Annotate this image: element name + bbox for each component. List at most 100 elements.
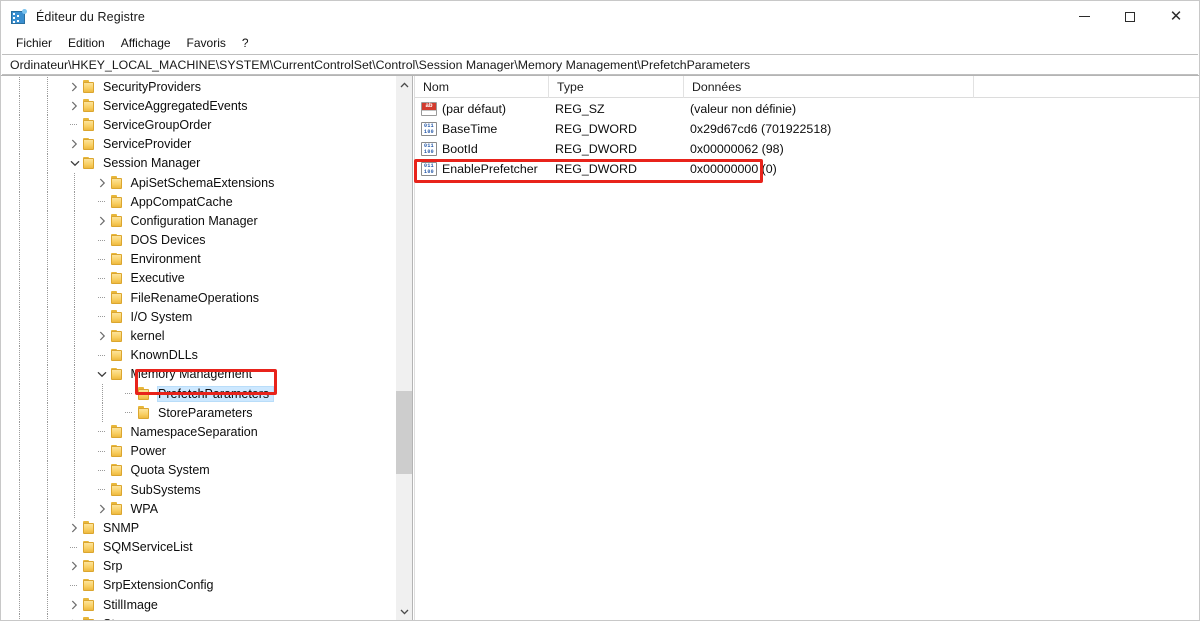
tree-item-i-o-system[interactable]: I/O System [1, 307, 395, 327]
chevron-right-icon[interactable] [66, 96, 83, 115]
address-bar[interactable]: Ordinateur\HKEY_LOCAL_MACHINE\SYSTEM\Cur… [2, 54, 1198, 75]
column-header-type[interactable]: Type [549, 76, 684, 98]
tree-item-snmp[interactable]: SNMP [1, 518, 395, 538]
tree-indent [1, 384, 121, 404]
tree-item-memory-management[interactable]: Memory Management [1, 364, 395, 384]
folder-icon [83, 598, 97, 611]
tree-item-quota-system[interactable]: Quota System [1, 460, 395, 480]
tree-item-srp[interactable]: Srp [1, 556, 395, 576]
chevron-right-icon[interactable] [94, 173, 111, 192]
tree-item-label: Memory Management [130, 367, 253, 382]
tree-guide-line [19, 77, 20, 97]
scroll-down-button[interactable] [396, 603, 412, 620]
value-row[interactable]: ab (par défaut) REG_SZ (valeur non définie) [415, 99, 1199, 119]
tree-guide-line [74, 192, 75, 212]
tree-guide-line [46, 307, 48, 327]
chevron-right-icon[interactable] [66, 135, 83, 154]
tree-item-label: Storage [103, 617, 151, 620]
column-header-data[interactable]: Données [684, 76, 974, 98]
chevron-right-icon[interactable] [94, 499, 111, 518]
tree-guide-line [19, 441, 20, 461]
chevron-right-icon[interactable] [66, 614, 83, 620]
tree-item-environment[interactable]: Environment [1, 249, 395, 269]
chevron-right-icon[interactable] [66, 77, 83, 96]
value-row[interactable]: 011 100 BootId REG_DWORD 0x00000062 (98) [415, 139, 1199, 159]
dword-value-icon: 011 100 [421, 162, 437, 176]
close-button[interactable]: ✕ [1153, 1, 1199, 33]
tree-item-appcompatcache[interactable]: AppCompatCache [1, 192, 395, 212]
tree-item-dos-devices[interactable]: DOS Devices [1, 230, 395, 250]
tree-leaf-connector [94, 422, 111, 441]
tree-item-sqmservicelist[interactable]: SQMServiceList [1, 537, 395, 557]
tree-item-configuration-manager[interactable]: Configuration Manager [1, 211, 395, 231]
tree-guide-line [46, 499, 48, 519]
menu-affichage[interactable]: Affichage [113, 35, 179, 52]
tree-guide-line [74, 249, 75, 269]
value-row[interactable]: 011 100 BaseTime REG_DWORD 0x29d67cd6 (70192… [415, 119, 1199, 139]
tree-item-label: Quota System [130, 463, 210, 478]
tree-indent [1, 460, 94, 480]
tree-guide-line [74, 403, 75, 423]
chevron-right-icon[interactable] [66, 557, 83, 576]
tree-item-srpextensionconfig[interactable]: SrpExtensionConfig [1, 575, 395, 595]
tree-item-apisetschemaextensions[interactable]: ApiSetSchemaExtensions [1, 173, 395, 193]
maximize-button[interactable] [1107, 1, 1153, 33]
tree-item-power[interactable]: Power [1, 441, 395, 461]
tree-item-namespaceseparation[interactable]: NamespaceSeparation [1, 422, 395, 442]
scroll-track[interactable] [396, 93, 412, 603]
tree-item-wpa[interactable]: WPA [1, 499, 395, 519]
scroll-up-button[interactable] [396, 76, 412, 93]
tree-guide-line [46, 364, 48, 384]
tree-item-serviceprovider[interactable]: ServiceProvider [1, 134, 395, 154]
tree-item-serviceaggregatedevents[interactable]: ServiceAggregatedEvents [1, 96, 395, 116]
chevron-right-icon[interactable] [94, 211, 111, 230]
tree-leaf-connector [94, 307, 111, 326]
tree-indent [1, 575, 66, 595]
tree-guide-line [46, 230, 48, 250]
chevron-down-icon[interactable] [94, 365, 111, 384]
tree-item-prefetchparameters[interactable]: PrefetchParameters [1, 384, 395, 404]
menu-help[interactable]: ? [234, 35, 257, 52]
chevron-right-icon[interactable] [94, 327, 111, 346]
menu-edition[interactable]: Edition [60, 35, 113, 52]
tree-item-session-manager[interactable]: Session Manager [1, 153, 395, 173]
folder-icon [110, 425, 125, 438]
minimize-button[interactable] [1061, 1, 1107, 33]
scroll-thumb[interactable] [396, 391, 412, 474]
tree-item-knowndlls[interactable]: KnownDLLs [1, 345, 395, 365]
tree-item-servicegrouporder[interactable]: ServiceGroupOrder [1, 115, 395, 135]
string-value-icon: ab [421, 102, 437, 116]
tree-item-label: StoreParameters [158, 405, 253, 420]
tree-item-subsystems[interactable]: SubSystems [1, 480, 395, 500]
chevron-down-icon[interactable] [66, 154, 83, 173]
tree-guide-line [19, 537, 20, 557]
folder-icon [83, 80, 97, 93]
tree-item-kernel[interactable]: kernel [1, 326, 395, 346]
tree-item-filerenameoperations[interactable]: FileRenameOperations [1, 288, 395, 308]
column-header-name[interactable]: Nom [415, 76, 549, 98]
chevron-right-icon[interactable] [66, 518, 83, 537]
tree-indent [1, 499, 94, 519]
tree-guide-line [46, 441, 48, 461]
menu-favoris[interactable]: Favoris [179, 35, 234, 52]
tree-guide-line [19, 595, 20, 615]
tree-indent [1, 403, 121, 423]
tree-item-storage[interactable]: Storage [1, 614, 395, 620]
folder-icon [138, 387, 152, 400]
dword-value-icon: 011 100 [421, 142, 437, 156]
value-row[interactable]: 011 100 EnablePrefetcher REG_DWORD 0x0000000… [415, 159, 1199, 179]
tree-item-executive[interactable]: Executive [1, 268, 395, 288]
folder-icon [110, 483, 125, 496]
tree-guide-line [19, 422, 20, 442]
menu-fichier[interactable]: Fichier [8, 35, 60, 52]
tree-vertical-scrollbar[interactable] [395, 76, 412, 620]
tree-item-securityproviders[interactable]: SecurityProviders [1, 77, 395, 97]
tree-leaf-connector [94, 269, 111, 288]
tree-guide-line [19, 556, 20, 576]
chevron-right-icon[interactable] [66, 595, 83, 614]
value-type: REG_DWORD [555, 122, 637, 136]
tree-indent [1, 326, 94, 346]
tree-item-stillimage[interactable]: StillImage [1, 595, 395, 615]
tree-item-storeparameters[interactable]: StoreParameters [1, 403, 395, 423]
tree-leaf-connector [94, 461, 111, 480]
